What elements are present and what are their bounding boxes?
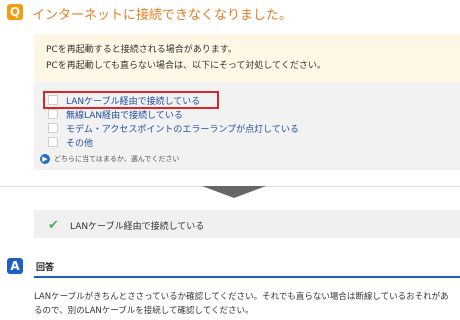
arrow-right-icon: ▶ xyxy=(40,154,50,164)
question-title: インターネットに接続できなくなりました。 xyxy=(32,8,293,23)
checkmark-icon: ✔ xyxy=(48,218,59,233)
info-line-1: PCを再起動すると接続される場合があります。 xyxy=(46,45,237,55)
hint-text: どちらに当てはまるか、選んでください xyxy=(54,155,180,163)
option-other[interactable]: その他 xyxy=(48,136,93,149)
option-label[interactable]: 無線LAN経由で接続している xyxy=(66,108,183,121)
option-wireless-lan[interactable]: 無線LAN経由で接続している xyxy=(48,108,183,121)
question-badge: Q xyxy=(7,4,23,20)
selected-option-highlight xyxy=(43,91,219,109)
answer-underline xyxy=(34,276,460,278)
hint: ▶ どちらに当てはまるか、選んでください xyxy=(40,154,179,164)
info-box: PCを再起動すると接続される場合があります。 PCを再起動しても直らない場合は、… xyxy=(34,34,460,82)
option-modem-error-lamp[interactable]: モデム・アクセスポイントのエラーランプが点灯している xyxy=(48,122,299,135)
answer-badge: A xyxy=(7,258,23,274)
checkbox[interactable] xyxy=(48,109,58,119)
option-label[interactable]: モデム・アクセスポイントのエラーランプが点灯している xyxy=(66,122,299,135)
answer-title: 回答 xyxy=(36,263,55,273)
info-line-2: PCを再起動しても直らない場合は、以下にそって対処してください。 xyxy=(46,61,326,71)
checkbox[interactable] xyxy=(48,123,58,133)
selected-result-label: LANケーブル経由で接続している xyxy=(70,222,205,232)
answer-text: LANケーブルがきちんとささっているか確認してください。それでも直らない場合は断… xyxy=(34,292,449,316)
checkbox[interactable] xyxy=(48,137,58,147)
option-label[interactable]: その他 xyxy=(66,136,93,149)
down-arrow-icon xyxy=(202,186,266,198)
